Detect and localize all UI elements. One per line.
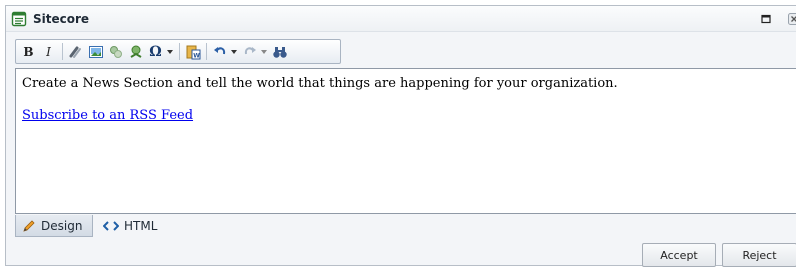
undo-dropdown[interactable]	[230, 42, 238, 61]
sitecore-dialog: Sitecore B I	[5, 5, 796, 266]
link-icon	[68, 44, 84, 60]
special-character-button[interactable]: Ω	[146, 42, 165, 61]
chevron-down-icon	[261, 50, 267, 54]
bold-button[interactable]: B	[19, 42, 38, 61]
tab-html[interactable]: HTML	[97, 215, 167, 237]
redo-icon	[242, 44, 258, 60]
chevron-down-icon	[231, 50, 237, 54]
reject-button[interactable]: Reject	[722, 243, 796, 267]
undo-button[interactable]	[210, 42, 229, 61]
media-icon	[108, 44, 124, 60]
insert-sitecore-link-button[interactable]	[126, 42, 145, 61]
redo-button[interactable]	[240, 42, 259, 61]
paste-word-icon: W	[185, 44, 201, 60]
insert-media-button[interactable]	[106, 42, 125, 61]
special-character-dropdown[interactable]	[166, 42, 174, 61]
undo-icon	[212, 44, 228, 60]
rss-feed-link[interactable]: Subscribe to an RSS Feed	[22, 108, 193, 123]
maximize-icon[interactable]	[759, 12, 773, 26]
binoculars-icon	[272, 44, 288, 60]
toolbar-separator	[62, 43, 63, 60]
mode-bar: Design HTML	[15, 215, 796, 237]
editor-content-area[interactable]: Create a News Section and tell the world…	[15, 68, 796, 214]
redo-dropdown[interactable]	[260, 42, 268, 61]
tab-design-label: Design	[41, 219, 82, 233]
bold-icon: B	[23, 45, 33, 59]
pencil-icon	[22, 219, 36, 233]
close-icon[interactable]	[787, 12, 796, 26]
toolbar-separator	[206, 43, 207, 60]
chevron-down-icon	[167, 50, 173, 54]
italic-icon: I	[46, 45, 51, 59]
tab-design[interactable]: Design	[15, 215, 93, 237]
insert-image-button[interactable]	[86, 42, 105, 61]
svg-text:W: W	[193, 52, 200, 59]
editor-paragraph: Create a News Section and tell the world…	[22, 75, 790, 92]
tab-html-label: HTML	[124, 219, 157, 233]
insert-link-button[interactable]	[66, 42, 85, 61]
code-brackets-icon	[103, 220, 119, 232]
toolbar-separator	[179, 43, 180, 60]
find-replace-button[interactable]	[270, 42, 289, 61]
document-icon	[11, 11, 27, 27]
italic-button[interactable]: I	[39, 42, 58, 61]
title-bar: Sitecore	[6, 6, 796, 32]
omega-icon: Ω	[149, 44, 161, 60]
paste-from-word-button[interactable]: W	[183, 42, 202, 61]
accept-button[interactable]: Accept	[642, 243, 716, 267]
sitecore-link-icon	[128, 44, 144, 60]
editor-toolbar: B I	[15, 39, 341, 64]
window-title: Sitecore	[33, 12, 89, 26]
image-icon	[88, 44, 104, 60]
